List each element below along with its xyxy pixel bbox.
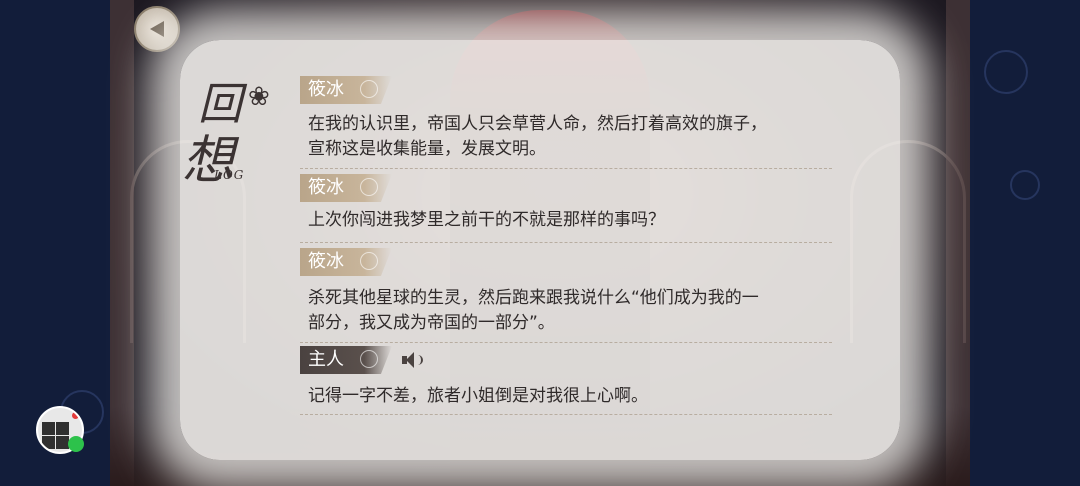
speaker-icon[interactable] [402,351,423,369]
right-background-border [970,0,1080,486]
speaker-tag: 筱冰 [300,248,392,276]
divider [300,342,832,343]
rose-ornament [984,50,1028,94]
divider [300,414,832,415]
widget-cell [42,422,55,435]
rose-icon [360,178,378,196]
dialogue-line: 上次你闯进我梦里之前干的不就是那样的事吗？ [308,210,665,230]
butterfly-icon: ❀ [248,82,270,112]
speaker-name: 筱冰 [308,177,344,198]
notification-dot [72,412,79,419]
speaker-tag: 主人 [300,346,392,374]
divider [300,168,832,169]
title-sub: LOG [214,168,245,182]
speaker-name: 主人 [308,349,344,370]
dialogue-line: 宣称这是收集能量，发展文明。 [308,139,546,159]
speaker-cone [406,352,414,368]
dialogue-line: 部分，我又成为帝国的一部分”。 [308,313,555,333]
rose-ornament [1010,170,1040,200]
speaker-wave [415,355,423,365]
divider [300,242,832,243]
speaker-tag: 筱冰 [300,174,392,202]
back-arrow-icon [150,21,164,37]
log-title: 回 想 LOG ❀ [160,66,280,191]
back-button[interactable] [134,6,180,52]
widget-cell [56,422,69,435]
speaker-name: 筱冰 [308,251,344,272]
dialogue-line: 杀死其他星球的生灵，然后跑来跟我说什么“他们成为我的一 [308,288,759,308]
dialogue-line: 在我的认识里，帝国人只会草菅人命，然后打着高效的旗子， [308,114,767,134]
dialogue-line: 记得一字不差，旅者小姐倒是对我很上心啊。 [308,386,648,406]
wechat-icon[interactable] [68,436,84,452]
speaker-tag: 筱冰 [300,76,392,104]
rose-icon [360,80,378,98]
speaker-name: 筱冰 [308,79,344,100]
rose-icon [360,350,378,368]
widget-cell [42,436,55,449]
rose-icon [360,252,378,270]
